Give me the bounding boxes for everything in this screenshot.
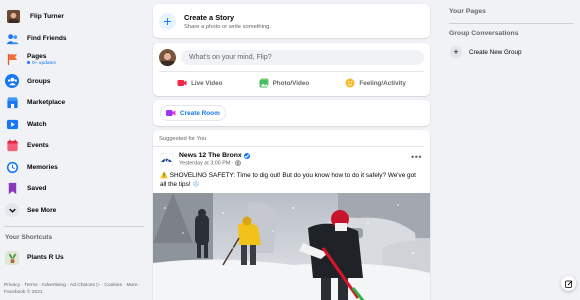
create-story-card[interactable]: + Create a Story Share a photo or write …	[153, 4, 430, 38]
sidebar-item-label: See More	[27, 206, 57, 214]
update-dot	[27, 61, 30, 65]
pages-flag-icon	[5, 53, 19, 67]
right-sidebar: Your Pages Group Conversations + Create …	[445, 0, 580, 300]
feeling-activity-button[interactable]: Feeling/Activity	[339, 75, 412, 91]
sidebar-item-pages[interactable]: Pages 9+ updates	[0, 49, 148, 71]
create-room-card: Create Room	[153, 100, 430, 126]
marketplace-icon	[5, 96, 19, 110]
news-feed: + Create a Story Share a photo or write …	[153, 0, 430, 300]
create-story-subtitle: Share a photo or write something.	[184, 23, 272, 30]
whats-on-your-mind-input[interactable]: What's on your mind, Flip?	[181, 49, 424, 65]
sidebar-item-memories[interactable]: Memories	[0, 157, 148, 179]
create-new-group-button[interactable]: + Create New Group	[445, 46, 522, 58]
sidebar-item-profile[interactable]: Flip Turner	[0, 6, 148, 28]
sidebar-item-label: Marketplace	[27, 99, 66, 107]
live-video-icon	[177, 80, 187, 86]
snow-shoveling-photo[interactable]	[153, 193, 430, 300]
sidebar-item-label: Memories	[27, 163, 58, 171]
sidebar-item-label: Events	[27, 142, 49, 150]
suggested-post: Suggested for You 12 News 12 The Bronx Y…	[153, 130, 430, 300]
sidebar-item-marketplace[interactable]: Marketplace	[0, 92, 148, 114]
pages-updates-text: 9+ updates	[32, 61, 56, 67]
room-video-icon	[166, 110, 176, 116]
groups-icon	[5, 74, 19, 89]
your-pages-title[interactable]: Your Pages	[445, 8, 486, 15]
feeling-icon	[345, 78, 355, 88]
create-room-label: Create Room	[180, 109, 220, 117]
photo-video-label: Photo/Video	[272, 79, 310, 87]
footer-links[interactable]: Privacy · Terms · Advertising · Ad Choic…	[4, 282, 144, 296]
profile-avatar	[5, 8, 22, 25]
left-sidebar: Flip Turner Find Friends Pages 9+ update…	[0, 0, 148, 300]
sidebar-item-find-friends[interactable]: Find Friends	[0, 28, 148, 50]
suggested-for-you-label: Suggested for You	[153, 130, 424, 147]
sidebar-item-label: Find Friends	[27, 34, 67, 42]
sidebar-profile-name: Flip Turner	[30, 13, 64, 21]
create-room-button[interactable]: Create Room	[160, 105, 226, 121]
feeling-activity-label: Feeling/Activity	[359, 79, 406, 87]
photo-video-icon	[259, 78, 269, 88]
chevron-down-icon	[5, 203, 19, 218]
sidebar-item-see-more[interactable]: See More	[0, 200, 148, 222]
news12-logo-text: 12	[164, 158, 170, 164]
post-composer: What's on your mind, Flip? Live Video Ph…	[153, 43, 430, 96]
shortcut-plants-r-us[interactable]: Plants R Us	[0, 247, 148, 269]
sidebar-item-label: Groups	[27, 77, 51, 85]
globe-icon	[235, 160, 241, 166]
new-message-button[interactable]	[561, 276, 576, 291]
friends-icon	[5, 31, 19, 45]
pages-updates-badge: 9+ updates	[27, 61, 56, 66]
memories-icon	[5, 160, 19, 174]
sidebar-item-watch[interactable]: Watch	[0, 114, 148, 136]
post-page-name[interactable]: News 12 The Bronx	[179, 152, 242, 159]
right-divider	[449, 23, 574, 24]
post-text: ⚠️ SHOVELING SAFETY: Time to dig out! Bu…	[160, 172, 416, 189]
watch-icon	[5, 117, 19, 131]
live-video-label: Live Video	[191, 79, 223, 87]
verified-badge-icon	[243, 152, 250, 159]
plant-group-icon	[5, 250, 19, 265]
composer-divider	[159, 71, 424, 72]
avatar	[159, 48, 176, 66]
news12-logo[interactable]: 12	[160, 152, 173, 166]
group-conversations-title: Group Conversations	[449, 30, 519, 37]
sidebar-item-label: Saved	[27, 185, 47, 193]
compose-icon	[564, 280, 572, 288]
create-story-title: Create a Story	[184, 12, 235, 22]
plus-icon: +	[450, 46, 462, 58]
shortcuts-title: Your Shortcuts	[5, 234, 53, 241]
sidebar-item-saved[interactable]: Saved	[0, 178, 148, 200]
sidebar-item-label: Plants R Us	[27, 254, 64, 262]
sidebar-item-label: Watch	[27, 120, 47, 128]
sidebar-item-events[interactable]: Events	[0, 135, 148, 157]
photo-video-button[interactable]: Photo/Video	[253, 75, 316, 91]
live-video-button[interactable]: Live Video	[171, 75, 228, 91]
more-options-icon[interactable]: •••	[411, 152, 422, 162]
create-new-group-label: Create New Group	[469, 48, 522, 56]
sidebar-item-groups[interactable]: Groups	[0, 71, 148, 93]
events-icon	[5, 139, 19, 153]
saved-icon	[5, 182, 19, 196]
post-timestamp[interactable]: Yesterday at 3:00 PM ·	[179, 160, 235, 166]
sidebar-item-label: Pages	[27, 53, 47, 61]
plus-icon: +	[159, 12, 176, 30]
